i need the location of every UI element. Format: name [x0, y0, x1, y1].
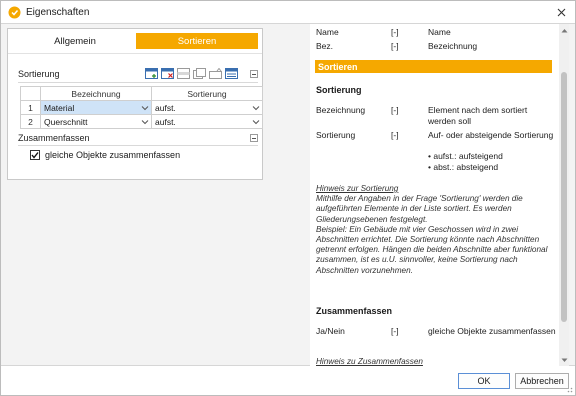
- merge-group-header: Zusammenfassen: [18, 131, 262, 145]
- help-section-title: Sortieren: [315, 60, 552, 73]
- help-unit: [-]: [391, 130, 399, 140]
- divider: [8, 53, 262, 54]
- help-bullet: • abst.: absteigend: [428, 162, 499, 172]
- help-hint: Hinweis zu Zusammenfassen: [316, 357, 552, 366]
- close-icon[interactable]: [553, 4, 569, 20]
- help-desc: gleiche Objekte zusammenfassen: [428, 326, 556, 336]
- help-field: Sortierung: [316, 130, 356, 140]
- bezeichnung-dropdown[interactable]: Querschnitt: [40, 114, 152, 129]
- move-up-icon[interactable]: [208, 67, 222, 79]
- cell-value: Material: [44, 102, 75, 113]
- cell-value: aufst.: [155, 116, 176, 127]
- chevron-down-icon[interactable]: [141, 104, 149, 112]
- table-row: 2 Querschnitt aufst.: [20, 114, 263, 129]
- cell-value: Querschnitt: [44, 116, 88, 127]
- help-unit: [-]: [391, 41, 399, 51]
- chevron-down-icon[interactable]: [252, 118, 260, 126]
- delete-row-icon[interactable]: [160, 67, 174, 79]
- cancel-button[interactable]: Abbrechen: [515, 373, 569, 389]
- cell-value: aufst.: [155, 102, 176, 113]
- group-separator: [18, 145, 258, 146]
- tab-sortieren[interactable]: Sortieren: [136, 33, 258, 49]
- column-header-sortierung[interactable]: Sortierung: [151, 86, 263, 101]
- window-title: Eigenschaften: [26, 6, 90, 18]
- merge-checkbox-label: gleiche Objekte zusammenfassen: [45, 150, 181, 160]
- resize-grip-icon[interactable]: [565, 385, 573, 393]
- collapse-sorting-icon[interactable]: [250, 70, 258, 78]
- hint-title: Hinweis zur Sortierung: [316, 184, 399, 193]
- ok-button[interactable]: OK: [458, 373, 510, 389]
- properties-dialog: Eigenschaften Allgemein Sortieren Sortie…: [0, 0, 576, 396]
- add-row-icon[interactable]: [144, 67, 158, 79]
- copy-row-icon[interactable]: [192, 67, 206, 79]
- tab-allgemein[interactable]: Allgemein: [14, 33, 136, 49]
- chevron-down-icon[interactable]: [141, 118, 149, 126]
- help-unit: [-]: [391, 326, 399, 336]
- help-panel: Name [-] Name Bez. [-] Bezeichnung Sorti…: [310, 24, 569, 366]
- help-field: Bez.: [316, 41, 334, 51]
- hint-title: Hinweis zu Zusammenfassen: [316, 357, 423, 366]
- merge-group-title: Zusammenfassen: [18, 133, 90, 143]
- help-hint: Hinweis zur Sortierung Mithilfe der Anga…: [316, 184, 552, 276]
- merge-checkbox[interactable]: [30, 150, 40, 160]
- sorting-grid: Bezeichnung Sortierung 1 Material aufst.: [20, 86, 263, 129]
- collapse-merge-icon[interactable]: [250, 134, 258, 142]
- group-separator: [18, 82, 258, 83]
- help-field: Ja/Nein: [316, 326, 345, 336]
- sorting-group-title: Sortierung: [18, 69, 60, 79]
- grid-toolbar: [144, 67, 238, 79]
- grid-corner: [20, 86, 41, 101]
- help-desc: Bezeichnung: [428, 41, 478, 51]
- help-scrollbar[interactable]: [559, 24, 569, 366]
- tab-bar: Allgemein Sortieren: [14, 33, 258, 49]
- column-header-bezeichnung[interactable]: Bezeichnung: [40, 86, 152, 101]
- hint-text: Mithilfe der Angaben in der Frage 'Sorti…: [316, 194, 523, 224]
- scroll-up-icon[interactable]: [560, 26, 568, 34]
- app-icon: [7, 5, 21, 19]
- insert-row-icon[interactable]: [176, 67, 190, 79]
- scroll-down-icon[interactable]: [560, 356, 568, 364]
- settings-panel: Allgemein Sortieren Sortierung Bezeichnu…: [7, 28, 263, 180]
- help-desc: Element nach dem sortiert werden soll: [428, 105, 528, 126]
- dialog-content: Allgemein Sortieren Sortierung Bezeichnu…: [1, 23, 575, 366]
- merge-checkbox-row[interactable]: gleiche Objekte zusammenfassen: [30, 150, 180, 160]
- row-number: 2: [20, 114, 41, 129]
- chevron-down-icon[interactable]: [252, 104, 260, 112]
- sortierung-dropdown[interactable]: aufst.: [151, 100, 263, 115]
- grid-header-row: Bezeichnung Sortierung: [20, 86, 263, 101]
- help-subheading: Sortierung: [316, 85, 362, 95]
- hint-example: Beispiel: Ein Gebäude mit vier Geschosse…: [316, 224, 548, 275]
- help-desc: Name: [428, 27, 451, 37]
- help-bullet: • aufst.: aufsteigend: [428, 151, 503, 161]
- row-number: 1: [20, 100, 41, 115]
- button-bar: OK Abbrechen: [1, 367, 575, 395]
- help-unit: [-]: [391, 27, 399, 37]
- table-row: 1 Material aufst.: [20, 100, 263, 115]
- help-field: Name: [316, 27, 339, 37]
- help-field: Bezeichnung: [316, 105, 366, 115]
- help-unit: [-]: [391, 105, 399, 115]
- title-bar: Eigenschaften: [1, 1, 575, 23]
- scroll-thumb[interactable]: [561, 72, 567, 322]
- grid-settings-icon[interactable]: [224, 67, 238, 79]
- check-icon: [31, 152, 39, 159]
- help-subheading: Zusammenfassen: [316, 306, 393, 316]
- help-desc: Auf- oder absteigende Sortierung: [428, 130, 554, 140]
- bezeichnung-dropdown[interactable]: Material: [40, 100, 152, 115]
- sortierung-dropdown[interactable]: aufst.: [151, 114, 263, 129]
